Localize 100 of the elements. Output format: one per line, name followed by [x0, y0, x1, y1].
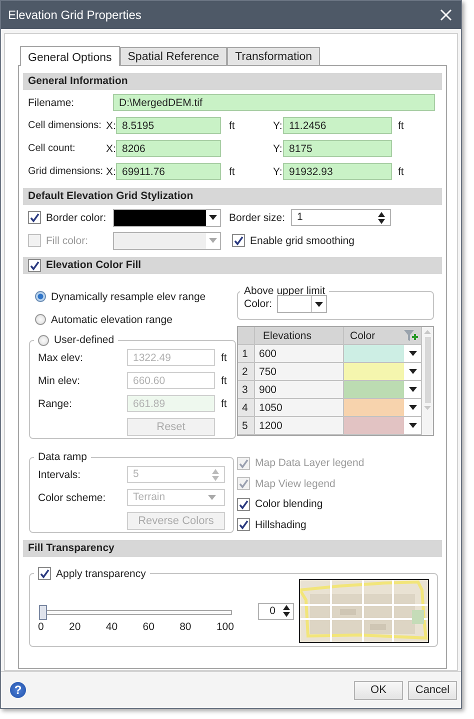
value-field[interactable]: 8206	[116, 140, 221, 157]
field-label: Y:	[273, 120, 283, 132]
spinner-arrows-icon[interactable]	[283, 605, 290, 617]
unit-label: ft	[221, 352, 227, 364]
checkbox-label: Apply transparency	[56, 568, 146, 580]
unit-label: ft	[398, 120, 404, 132]
checkbox[interactable]	[237, 498, 250, 511]
color-picker[interactable]	[277, 295, 328, 313]
cancel-button[interactable]: Cancel	[408, 680, 457, 700]
tick-label: 80	[180, 621, 192, 633]
column-header: Color	[350, 330, 376, 342]
scroll-down-icon	[424, 406, 431, 410]
checkbox-label: Fill color:	[46, 234, 88, 246]
color-swatch[interactable]	[344, 381, 404, 398]
tab[interactable]: General Options	[20, 46, 120, 66]
field-label: Intervals:	[38, 468, 82, 480]
radio-button[interactable]	[35, 291, 46, 302]
table-cell[interactable]: 900	[255, 381, 344, 399]
slider[interactable]	[40, 605, 232, 620]
field-label: Range:	[38, 398, 73, 410]
tick-label: 20	[69, 621, 81, 633]
group-title: Above upper limit	[244, 285, 326, 297]
checkbox[interactable]	[232, 234, 245, 247]
field-label: Color:	[244, 298, 272, 310]
unit-label: ft	[398, 166, 404, 178]
checkbox[interactable]	[28, 259, 41, 272]
field-label: X:	[106, 142, 116, 154]
field-label: Grid dimensions:	[28, 166, 104, 177]
checkbox[interactable]	[38, 567, 51, 580]
row-number: 5	[238, 417, 255, 435]
radio-button[interactable]	[38, 334, 49, 346]
border-size-spinner[interactable]: 1	[291, 209, 391, 226]
table-cell[interactable]: 1050	[255, 399, 344, 417]
section-header: Fill Transparency	[23, 540, 442, 557]
unit-label: ft	[221, 374, 227, 386]
tab[interactable]: Transformation	[227, 47, 320, 65]
tick-label: 40	[106, 621, 118, 633]
column-header: Elevations	[255, 327, 344, 345]
field-label: Min elev:	[38, 374, 82, 386]
unit-label: ft	[229, 166, 235, 178]
tick-label: 0	[38, 621, 44, 633]
color-swatch[interactable]	[344, 417, 404, 434]
value-field[interactable]: 91932.93	[283, 163, 392, 180]
close-icon[interactable]	[440, 9, 452, 21]
slider-thumb[interactable]	[39, 605, 47, 620]
color-picker[interactable]	[113, 232, 221, 250]
spinner-arrows-icon[interactable]	[378, 212, 385, 224]
row-number: 1	[238, 345, 255, 363]
field-label: Y:	[273, 142, 283, 154]
scroll-thumb[interactable]	[424, 337, 430, 403]
table-cell[interactable]: 600	[255, 345, 344, 363]
checkbox-label: Border color:	[46, 212, 106, 224]
help-icon[interactable]: ?	[10, 682, 26, 698]
field-label: Cell count:	[28, 143, 76, 154]
value-field[interactable]: 11.2456	[283, 117, 392, 134]
table-cell[interactable]: 750	[255, 363, 344, 381]
transparency-spinner[interactable]: 0	[258, 602, 294, 620]
radio-label: Dynamically resample elev range	[51, 290, 206, 302]
scrollbar[interactable]	[422, 327, 433, 435]
row-number: 2	[238, 363, 255, 381]
field-label: Filename:	[28, 96, 76, 108]
value-field[interactable]: 8.5195	[116, 117, 221, 134]
unit-label: ft	[229, 120, 235, 132]
field-label: Y:	[273, 166, 283, 178]
ok-button[interactable]: OK	[354, 680, 403, 700]
scroll-up-icon	[424, 330, 431, 334]
field-label: X:	[106, 120, 116, 132]
section-header: Default Elevation Grid Stylization	[23, 188, 442, 205]
radio-label: Automatic elevation range	[51, 314, 172, 326]
checkbox-label: Map View legend	[255, 478, 336, 490]
filename-field[interactable]: D:\MergedDEM.tif	[113, 94, 435, 111]
window-title: Elevation Grid Properties	[8, 8, 142, 22]
field-label: Max elev:	[38, 352, 84, 364]
field-label: X:	[106, 166, 116, 178]
radio-label: User-defined	[54, 334, 114, 346]
radio-button[interactable]	[35, 314, 46, 325]
group-title: Data ramp	[38, 451, 88, 463]
add-filter-icon[interactable]	[404, 330, 418, 342]
color-swatch[interactable]	[344, 345, 404, 362]
color-swatch[interactable]	[344, 363, 404, 380]
table-cell[interactable]: 1200	[255, 417, 344, 435]
color-swatch[interactable]	[344, 399, 404, 416]
checkbox-label: Enable grid smoothing	[250, 234, 354, 246]
color-picker[interactable]	[113, 208, 221, 226]
value-field[interactable]: 69911.76	[116, 163, 221, 180]
section-title: Elevation Color Fill	[46, 258, 142, 273]
checkbox[interactable]	[237, 518, 250, 532]
tick-label: 60	[142, 621, 154, 633]
header-corner-cell	[238, 327, 255, 345]
tick-label: 100	[216, 621, 234, 633]
field-label: Border size:	[228, 212, 286, 224]
field-label: Cell dimensions:	[28, 120, 102, 131]
checkbox-label: Color blending	[255, 498, 323, 510]
unit-label: ft	[221, 398, 227, 410]
section-header: General Information	[23, 73, 442, 90]
tab[interactable]: Spatial Reference	[120, 47, 228, 65]
value-field[interactable]: 8175	[283, 140, 392, 157]
checkbox[interactable]	[28, 211, 41, 224]
checkbox-label: Hillshading	[255, 518, 306, 531]
field-label: Color scheme:	[38, 492, 107, 504]
